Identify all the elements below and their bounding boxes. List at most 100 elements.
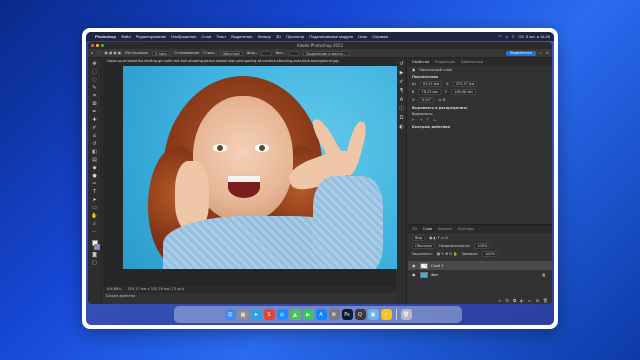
minimize-window-button[interactable]: [96, 44, 99, 47]
control-center-icon[interactable]: ≡: [512, 34, 514, 39]
quicktime-icon[interactable]: Q: [354, 309, 366, 320]
adjustment-layer-icon[interactable]: ◐: [520, 298, 524, 303]
align-top-icon[interactable]: ⊥: [433, 118, 436, 122]
delete-layer-icon[interactable]: 🗑: [543, 298, 548, 303]
layer-filter-select[interactable]: Вид: [412, 235, 426, 241]
eyedropper-tool-icon[interactable]: ✒: [91, 109, 99, 115]
quick-actions-title[interactable]: Быстрые действия: [412, 125, 548, 129]
menu-layers[interactable]: Слои: [201, 34, 211, 39]
new-layer-icon[interactable]: ⊞: [536, 298, 539, 303]
launchpad-icon[interactable]: ▦: [237, 309, 249, 320]
info-panel-icon[interactable]: ⓘ: [399, 107, 404, 112]
settings-icon[interactable]: ⚙: [328, 309, 340, 320]
finder-icon[interactable]: ☺: [224, 309, 236, 320]
zoom-level[interactable]: 104,68%: [106, 286, 122, 293]
photoshop-icon[interactable]: Ps: [341, 309, 353, 320]
layer-name[interactable]: Фон: [431, 273, 438, 277]
appstore-icon[interactable]: A: [315, 309, 327, 320]
document-tab[interactable]: close-up-of-beautiful-smiling-girl-with-…: [103, 58, 396, 65]
width-field[interactable]: 93,97 мм: [419, 81, 443, 87]
align-section-title[interactable]: Выровнять и распределить: [412, 106, 548, 110]
menu-window[interactable]: Окно: [358, 34, 367, 39]
align-left-icon[interactable]: ⊢: [412, 118, 415, 122]
fx-icon[interactable]: fx: [505, 298, 509, 303]
flip-icon[interactable]: ⇋ ⇵: [438, 98, 445, 102]
history-panel-icon[interactable]: ↺: [399, 62, 403, 67]
group-icon[interactable]: ▭: [528, 298, 532, 303]
wifi-icon[interactable]: ◠: [498, 34, 502, 39]
add-mask-icon[interactable]: ◘: [513, 298, 516, 303]
lasso-tool-icon[interactable]: ◌: [91, 77, 99, 83]
x-field[interactable]: 373,37 мм: [452, 81, 478, 87]
layer-row[interactable]: ◉ Слой 1: [408, 261, 552, 270]
shape-tool-icon[interactable]: ▭: [91, 205, 99, 211]
history-brush-icon[interactable]: ↺: [91, 141, 99, 147]
trash-icon[interactable]: 🗑: [400, 309, 412, 320]
tab-adjustments[interactable]: Коррекция: [435, 60, 455, 64]
workspace-icon[interactable]: ▭: [546, 51, 549, 55]
y-field[interactable]: 108,98 мм: [450, 89, 476, 95]
menu-3d[interactable]: 3D: [276, 34, 281, 39]
transform-section-title[interactable]: Перспектива: [412, 75, 548, 79]
zoom-tool-icon[interactable]: ⌕: [91, 221, 99, 227]
timeline-label[interactable]: Шкала времени: [103, 294, 135, 298]
menu-plugins[interactable]: Подключаемые модули: [309, 34, 353, 39]
style-select[interactable]: Обычный: [219, 50, 243, 56]
tab-3d[interactable]: 3D: [412, 227, 417, 231]
layer-name[interactable]: Слой 1: [431, 264, 443, 268]
menu-help[interactable]: Справка: [372, 34, 388, 39]
zoom-window-button[interactable]: [101, 44, 104, 47]
frame-tool-icon[interactable]: ⊠: [91, 101, 99, 107]
search-icon[interactable]: ⌕: [506, 34, 508, 39]
feather-input[interactable]: 0 пикс: [152, 50, 171, 56]
quick-select-tool-icon[interactable]: ✎: [91, 85, 99, 91]
opacity-input[interactable]: 100%: [474, 243, 491, 249]
screen-mode-icon[interactable]: ▢: [91, 260, 99, 266]
height-field[interactable]: 78,23 мм: [418, 89, 441, 95]
menu-edit[interactable]: Редактирование: [136, 34, 166, 39]
visibility-eye-icon[interactable]: ◉: [412, 263, 417, 268]
marquee-tool-icon[interactable]: ⬚: [97, 51, 100, 55]
menu-type[interactable]: Текст: [216, 34, 226, 39]
menu-clock[interactable]: Сб, 5 окт. в 14:26: [518, 34, 550, 39]
facetime-icon[interactable]: ▶: [302, 309, 314, 320]
close-window-button[interactable]: [91, 44, 94, 47]
type-tool-icon[interactable]: T: [91, 189, 99, 195]
lock-icons[interactable]: ▦ ✎ ✥ ⊡ 🔒: [437, 252, 458, 256]
healing-brush-icon[interactable]: ✚: [91, 117, 99, 123]
tab-libraries[interactable]: Библиотеки: [461, 60, 483, 64]
search-icon[interactable]: ⌕: [540, 51, 542, 55]
menu-file[interactable]: Файл: [121, 34, 131, 39]
document-image[interactable]: [123, 66, 399, 269]
preview-icon[interactable]: ▣: [367, 309, 379, 320]
gradient-tool-icon[interactable]: ▤: [91, 157, 99, 163]
share-button[interactable]: Поделиться: [505, 50, 536, 56]
lock-icon[interactable]: 🔒: [542, 273, 546, 277]
brush-panel-icon[interactable]: ✐: [399, 80, 403, 85]
tab-layers[interactable]: Слои: [423, 227, 432, 231]
eraser-tool-icon[interactable]: ◧: [91, 149, 99, 155]
hand-tool-icon[interactable]: ✋: [91, 213, 99, 219]
path-select-icon[interactable]: ➤: [91, 197, 99, 203]
quick-mask-icon[interactable]: ◙: [91, 252, 99, 258]
document-info[interactable]: 529,17 мм x 352,78 мм (72 ppi): [128, 286, 184, 293]
canvas-area[interactable]: [103, 65, 399, 286]
layer-filter-icons[interactable]: ▣ ◐ T ▭ ⊡: [429, 236, 448, 240]
stamp-tool-icon[interactable]: ♙: [91, 133, 99, 139]
safari-icon[interactable]: ◎: [276, 309, 288, 320]
select-and-mask-button[interactable]: Выделение и маска...: [303, 50, 350, 56]
lightning-icon[interactable]: ⚡: [380, 309, 392, 320]
menu-app-name[interactable]: Photoshop: [95, 34, 116, 39]
tab-paths[interactable]: Контуры: [458, 227, 474, 231]
move-tool-icon[interactable]: ✥: [91, 61, 99, 67]
align-right-icon[interactable]: ⊤: [426, 118, 429, 122]
menu-select[interactable]: Выделение: [231, 34, 252, 39]
background-color-swatch[interactable]: [93, 244, 100, 250]
paragraph-panel-icon[interactable]: ¶: [400, 89, 403, 94]
telegram-icon[interactable]: ➤: [250, 309, 262, 320]
menu-image[interactable]: Изображение: [171, 34, 196, 39]
maps-icon[interactable]: ▲: [289, 309, 301, 320]
glyphs-panel-icon[interactable]: Ω: [400, 116, 404, 121]
actions-panel-icon[interactable]: ▶: [400, 71, 404, 76]
menu-filter[interactable]: Фильтр: [257, 34, 270, 39]
